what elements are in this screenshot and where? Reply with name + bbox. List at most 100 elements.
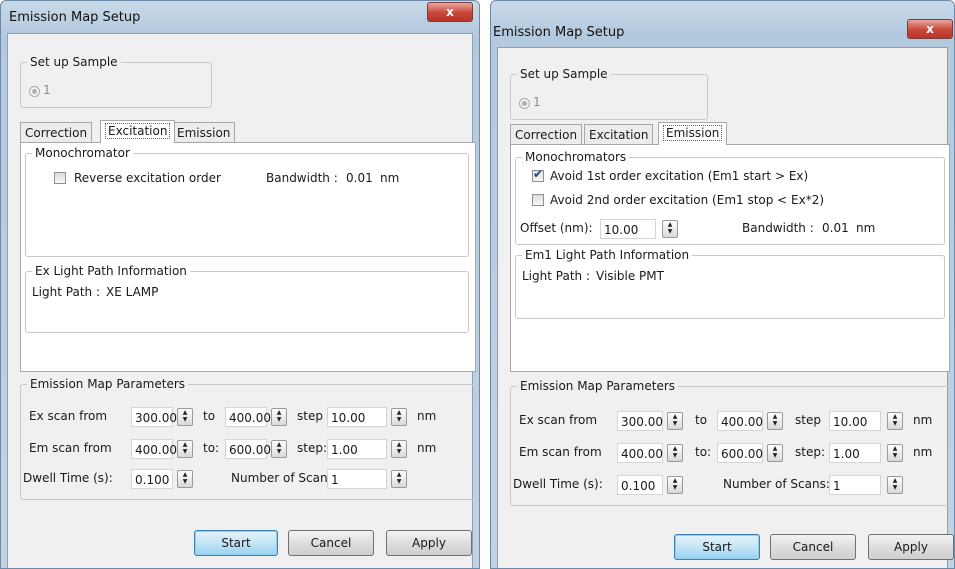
ex-scan-to-input[interactable]: 400.00 xyxy=(717,411,763,431)
monochromator-legend: Monochromator xyxy=(32,146,133,160)
setup-sample-legend: Set up Sample xyxy=(517,67,611,81)
em-scan-from-label: Em scan from xyxy=(29,441,112,455)
bandwidth-value: 0.01 xyxy=(822,221,849,235)
excitation-tab-panel: Monochromator Reverse excitation order B… xyxy=(20,142,476,372)
sample-radio[interactable] xyxy=(519,98,530,109)
sample-radio-label: 1 xyxy=(533,95,541,109)
reverse-excitation-label: Reverse excitation order xyxy=(74,171,221,185)
dwell-time-input[interactable]: 0.100 xyxy=(617,475,663,495)
number-of-scans-input[interactable]: 1 xyxy=(327,469,387,489)
tab-emission[interactable]: Emission xyxy=(172,122,236,143)
ex-to-label: to xyxy=(695,413,708,427)
ex-unit-label: nm xyxy=(913,413,933,427)
ex-step-input[interactable]: 10.00 xyxy=(829,411,881,431)
em-unit-label: nm xyxy=(417,441,437,455)
dialog-client-area: Set up Sample 1 Correction Excitation Em… xyxy=(497,47,954,568)
tab-correction[interactable]: Correction xyxy=(510,124,583,145)
tab-emission[interactable]: Emission xyxy=(658,122,728,145)
window-title: Emission Map Setup xyxy=(493,25,625,40)
em-unit-label: nm xyxy=(913,445,933,459)
light-path-label: Light Path : xyxy=(522,269,590,283)
start-button[interactable]: Start xyxy=(194,530,278,556)
monochromators-group: Monochromators Avoid 1st order excitatio… xyxy=(515,150,945,245)
em-to-label: to: xyxy=(203,441,220,455)
number-of-scans-spinner[interactable]: ▲ ▼ xyxy=(887,476,903,494)
avoid-1st-order-checkbox[interactable] xyxy=(532,167,544,182)
dwell-time-spinner[interactable]: ▲ ▼ xyxy=(667,476,683,494)
em-scan-to-input[interactable]: 600.00 xyxy=(225,439,271,459)
em-scan-from-input[interactable]: 400.00 xyxy=(617,443,663,463)
bandwidth-unit: nm xyxy=(856,221,876,235)
ex-unit-label: nm xyxy=(417,409,437,423)
reverse-excitation-checkbox[interactable] xyxy=(54,172,66,184)
tab-correction[interactable]: Correction xyxy=(20,122,93,143)
offset-label: Offset (nm): xyxy=(520,221,593,235)
avoid-2nd-order-label: Avoid 2nd order excitation (Em1 stop < E… xyxy=(550,193,825,207)
em-step-label: step: xyxy=(297,441,327,455)
number-of-scans-label: Number of Scans: xyxy=(231,471,338,485)
close-button[interactable]: x xyxy=(907,19,953,39)
em-scan-from-input[interactable]: 400.00 xyxy=(131,439,177,459)
ex-step-spinner[interactable]: ▲ ▼ xyxy=(887,412,903,430)
ex-scan-from-spinner[interactable]: ▲ ▼ xyxy=(667,412,683,430)
avoid-1st-order-label: Avoid 1st order excitation (Em1 start > … xyxy=(550,169,809,183)
ex-scan-from-input[interactable]: 300.00 xyxy=(617,411,663,431)
light-path-value: Visible PMT xyxy=(596,269,664,283)
number-of-scans-input[interactable]: 1 xyxy=(829,475,881,495)
ex-scan-from-label: Ex scan from xyxy=(29,409,108,423)
monochromator-group: Monochromator Reverse excitation order B… xyxy=(25,146,469,257)
em-scan-from-spinner[interactable]: ▲ ▼ xyxy=(177,440,193,458)
avoid-2nd-order-checkbox[interactable] xyxy=(532,194,544,206)
dwell-time-label: Dwell Time (s): xyxy=(23,471,113,485)
em-scan-to-spinner[interactable]: ▲ ▼ xyxy=(271,440,287,458)
em-scan-from-label: Em scan from xyxy=(519,445,602,459)
tab-excitation[interactable]: Excitation xyxy=(100,120,176,143)
ex-step-input[interactable]: 10.00 xyxy=(327,407,387,427)
emission-map-setup-window-excitation: Emission Map Setup x Set up Sample 1 Cor… xyxy=(0,0,480,569)
ex-scan-from-spinner[interactable]: ▲ ▼ xyxy=(177,408,193,426)
emission-tab-panel: Monochromators Avoid 1st order excitatio… xyxy=(510,144,950,372)
em-step-input[interactable]: 1.00 xyxy=(829,443,881,463)
setup-sample-group: Set up Sample 1 xyxy=(510,67,708,120)
dwell-time-input[interactable]: 0.100 xyxy=(131,469,173,489)
ex-scan-to-spinner[interactable]: ▲ ▼ xyxy=(767,412,783,430)
emission-map-parameters-group: Emission Map Parameters Ex scan from 300… xyxy=(20,377,476,500)
em-scan-to-input[interactable]: 600.00 xyxy=(717,443,763,463)
em-scan-from-spinner[interactable]: ▲ ▼ xyxy=(667,444,683,462)
title-bar[interactable]: Emission Map Setup x xyxy=(1,1,479,33)
close-button[interactable]: x xyxy=(427,2,473,22)
offset-spinner[interactable]: ▲ ▼ xyxy=(662,220,678,238)
sample-radio[interactable] xyxy=(29,86,40,97)
ex-scan-to-spinner[interactable]: ▲ ▼ xyxy=(271,408,287,426)
apply-button[interactable]: Apply xyxy=(868,534,954,560)
em-step-spinner[interactable]: ▲ ▼ xyxy=(391,440,407,458)
emission-map-parameters-legend: Emission Map Parameters xyxy=(517,379,679,393)
start-button[interactable]: Start xyxy=(674,534,760,560)
cancel-button[interactable]: Cancel xyxy=(288,530,374,556)
dialog-client-area: Set up Sample 1 Correction Excitation Em… xyxy=(7,33,476,568)
ex-light-path-group: Ex Light Path Information Light Path : X… xyxy=(25,264,469,333)
em1-light-path-legend: Em1 Light Path Information xyxy=(522,248,693,262)
window-title: Emission Map Setup xyxy=(9,10,141,25)
em-scan-to-spinner[interactable]: ▲ ▼ xyxy=(767,444,783,462)
ex-scan-from-input[interactable]: 300.00 xyxy=(131,407,177,427)
em-step-spinner[interactable]: ▲ ▼ xyxy=(887,444,903,462)
number-of-scans-spinner[interactable]: ▲ ▼ xyxy=(391,470,407,488)
setup-sample-group: Set up Sample 1 xyxy=(20,55,212,108)
em-step-input[interactable]: 1.00 xyxy=(327,439,387,459)
ex-scan-to-input[interactable]: 400.00 xyxy=(225,407,271,427)
tab-emission-label: Emission xyxy=(663,125,723,141)
dwell-time-spinner[interactable]: ▲ ▼ xyxy=(177,470,193,488)
emission-map-setup-window-emission: Emission Map Setup x Set up Sample 1 Cor… xyxy=(490,0,955,569)
bandwidth-label: Bandwidth : xyxy=(266,171,338,185)
apply-button[interactable]: Apply xyxy=(386,530,472,556)
bandwidth-unit: nm xyxy=(380,171,400,185)
em-to-label: to: xyxy=(695,445,712,459)
number-of-scans-label: Number of Scans: xyxy=(723,477,830,491)
tab-excitation[interactable]: Excitation xyxy=(584,124,654,145)
ex-step-spinner[interactable]: ▲ ▼ xyxy=(391,408,407,426)
offset-input[interactable]: 10.00 xyxy=(600,219,656,239)
ex-step-label: step xyxy=(297,409,323,423)
title-bar[interactable]: Emission Map Setup x xyxy=(491,1,954,40)
cancel-button[interactable]: Cancel xyxy=(770,534,856,560)
